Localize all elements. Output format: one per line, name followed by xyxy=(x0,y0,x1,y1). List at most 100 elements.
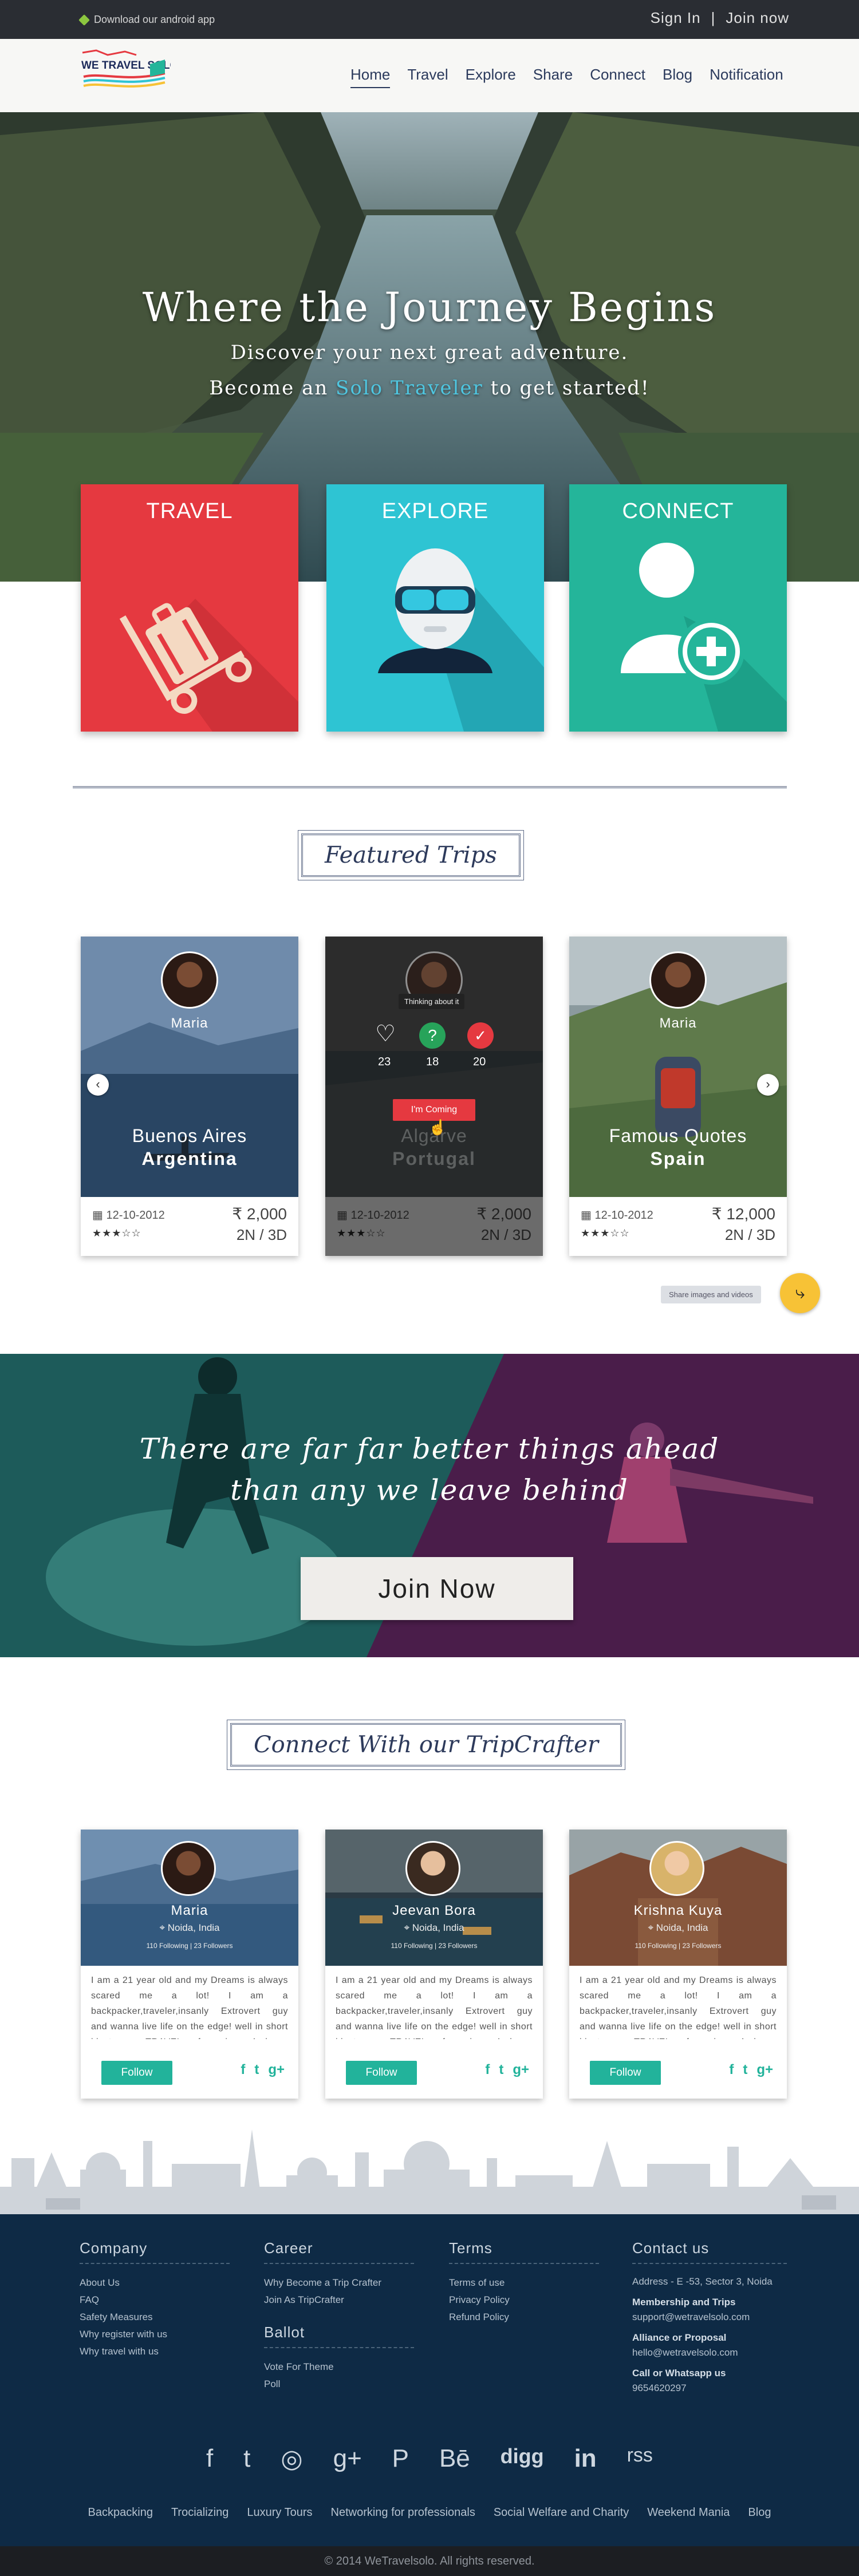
nav-connect[interactable]: Connect xyxy=(590,66,645,88)
behance-icon[interactable]: Bē xyxy=(439,2444,470,2474)
membership-email[interactable]: support@wetravelsolo.com xyxy=(632,2310,787,2325)
sign-in-link[interactable]: Sign In xyxy=(651,9,701,27)
footer-company-title: Company xyxy=(80,2239,230,2264)
heart-icon[interactable]: ♡ xyxy=(373,1022,397,1046)
tripcrafter-bio: I am a 21 year old and my Dreams is alwa… xyxy=(336,1976,533,2039)
tripcrafter-avatar[interactable] xyxy=(649,1841,704,1896)
trip-duration: 2N / 3D xyxy=(724,1226,775,1243)
footer-terms: Terms Terms of use Privacy Policy Refund… xyxy=(449,2239,599,2326)
footer-link[interactable]: Privacy Policy xyxy=(449,2291,599,2309)
featured-trips-heading: Featured Trips xyxy=(298,830,524,880)
nav-notification[interactable]: Notification xyxy=(710,66,783,88)
footer-link[interactable]: Safety Measures xyxy=(80,2309,230,2326)
tripcrafter-avatar[interactable] xyxy=(161,1841,216,1896)
facebook-icon[interactable]: f xyxy=(206,2444,213,2474)
contact-address: Address - E -53, Sector 3, Noida xyxy=(632,2276,773,2287)
twitter-icon[interactable]: t xyxy=(243,2444,250,2474)
google-plus-icon[interactable]: g+ xyxy=(756,2062,773,2078)
interest-count: 23 xyxy=(378,1056,391,1068)
footer-link[interactable]: Why register with us xyxy=(80,2326,230,2343)
footer-bottom-link[interactable]: Networking for professionals xyxy=(331,2506,475,2519)
nav-explore[interactable]: Explore xyxy=(466,66,516,88)
alliance-email[interactable]: hello@wetravelsolo.com xyxy=(632,2345,787,2360)
rss-icon[interactable]: rss xyxy=(627,2444,653,2474)
tile-explore[interactable]: EXPLORE xyxy=(326,484,544,732)
trip-duration: 2N / 3D xyxy=(236,1226,287,1243)
facebook-icon[interactable]: f xyxy=(485,2062,490,2078)
google-plus-icon[interactable]: g+ xyxy=(333,2444,362,2474)
footer-bottom-link[interactable]: Blog xyxy=(748,2506,771,2519)
digg-icon[interactable]: digg xyxy=(501,2444,544,2474)
trip-place: Buenos Aires xyxy=(132,1125,247,1146)
google-plus-icon[interactable]: g+ xyxy=(268,2062,285,2078)
tripcrafter-social: f t g+ xyxy=(729,2062,773,2078)
footer-link[interactable]: Vote For Theme xyxy=(264,2358,414,2376)
facebook-icon[interactable]: f xyxy=(729,2062,734,2078)
question-icon[interactable]: ? xyxy=(419,1022,446,1049)
traveler-avatar[interactable] xyxy=(161,951,218,1009)
tripcrafter-name: Maria xyxy=(171,1903,208,1918)
google-plus-icon[interactable]: g+ xyxy=(513,2062,529,2078)
membership-label: Membership and Trips xyxy=(632,2297,736,2308)
trip-price: ₹ 2,000 xyxy=(476,1205,531,1223)
footer-link[interactable]: Poll xyxy=(264,2376,414,2393)
footer-bottom-link[interactable]: Weekend Mania xyxy=(647,2506,730,2519)
facebook-icon[interactable]: f xyxy=(241,2062,245,2078)
footer-link[interactable]: Why travel with us xyxy=(80,2343,230,2360)
tile-connect[interactable]: CONNECT xyxy=(569,484,787,732)
footer-link[interactable]: Terms of use xyxy=(449,2274,599,2291)
check-icon[interactable]: ✓ xyxy=(467,1022,494,1049)
tripcrafter-location-value: Noida, India xyxy=(167,1922,220,1933)
footer-bottom-link[interactable]: Trocializing xyxy=(171,2506,228,2519)
footer-bottom-link[interactable]: Luxury Tours xyxy=(247,2506,312,2519)
footer-link[interactable]: FAQ xyxy=(80,2291,230,2309)
main-nav: Home Travel Explore Share Connect Blog N… xyxy=(350,66,783,88)
trip-card[interactable]: Maria Buenos Aires Argentina ▦ 12-10-201… xyxy=(81,937,298,1256)
follow-button[interactable]: Follow xyxy=(590,2061,661,2085)
nav-travel[interactable]: Travel xyxy=(407,66,448,88)
pinterest-icon[interactable]: P xyxy=(392,2444,409,2474)
calendar-icon: ▦ xyxy=(92,1209,107,1222)
trip-card[interactable]: Maria Famous Quotes Spain ▦ 12-10-2012 ₹… xyxy=(569,937,787,1256)
tripcrafter-avatar[interactable] xyxy=(405,1841,460,1896)
carousel-next-arrow[interactable]: › xyxy=(757,1074,779,1096)
going-count: 20 xyxy=(473,1056,486,1068)
im-coming-button[interactable]: I'm Coming xyxy=(393,1099,475,1121)
twitter-icon[interactable]: t xyxy=(743,2062,747,2078)
download-app-link[interactable]: Download our android app xyxy=(78,14,215,26)
twitter-icon[interactable]: t xyxy=(254,2062,259,2078)
footer-bottom-link[interactable]: Backpacking xyxy=(88,2506,153,2519)
phone-number[interactable]: 9654620297 xyxy=(632,2381,787,2396)
hand-cursor-icon: ☝ xyxy=(428,1119,447,1136)
trip-card[interactable]: Algarve Portugal Thinking about it ♡ ? ✓… xyxy=(325,937,543,1256)
site-logo[interactable]: WE TRAVEL SOLO xyxy=(79,47,178,104)
traveler-name: Maria xyxy=(659,1016,697,1031)
footer-link[interactable]: About Us xyxy=(80,2274,230,2291)
linkedin-icon[interactable]: in xyxy=(574,2444,597,2474)
traveler-avatar[interactable] xyxy=(649,951,707,1009)
follow-button[interactable]: Follow xyxy=(101,2061,172,2085)
nav-share[interactable]: Share xyxy=(533,66,573,88)
instagram-icon[interactable]: ◎ xyxy=(281,2444,302,2474)
footer-social-icons: f t ◎ g+ P Bē digg in rss xyxy=(206,2444,653,2474)
nav-home[interactable]: Home xyxy=(350,66,391,88)
hero-tagline-post: to get started! xyxy=(483,377,650,400)
follow-button[interactable]: Follow xyxy=(346,2061,417,2085)
auth-separator: | xyxy=(711,9,716,26)
tripcrafter-heading: Connect With our TripCrafter xyxy=(227,1720,625,1770)
solo-traveler-link[interactable]: Solo Traveler xyxy=(336,377,483,400)
nav-blog[interactable]: Blog xyxy=(663,66,692,88)
twitter-icon[interactable]: t xyxy=(499,2062,503,2078)
footer-link[interactable]: Why Become a Trip Crafter xyxy=(264,2274,414,2291)
join-now-link[interactable]: Join now xyxy=(726,9,789,27)
share-icon[interactable]: ⤷ xyxy=(780,1273,820,1313)
tile-connect-label: CONNECT xyxy=(622,499,734,523)
tile-travel[interactable]: TRAVEL xyxy=(81,484,298,732)
footer-link[interactable]: Refund Policy xyxy=(449,2309,599,2326)
footer-contact: Contact us Address - E -53, Sector 3, No… xyxy=(632,2239,787,2396)
auth-links: Sign In | Join now xyxy=(651,9,789,27)
footer-bottom-link[interactable]: Social Welfare and Charity xyxy=(494,2506,629,2519)
footer-link[interactable]: Join As TripCrafter xyxy=(264,2291,414,2309)
join-now-button[interactable]: Join Now xyxy=(301,1557,573,1620)
carousel-prev-arrow[interactable]: ‹ xyxy=(87,1074,109,1096)
